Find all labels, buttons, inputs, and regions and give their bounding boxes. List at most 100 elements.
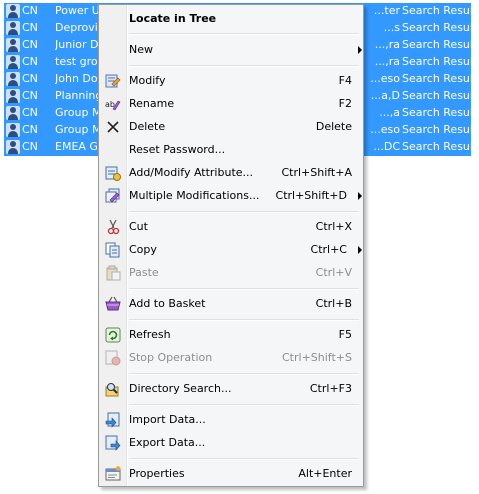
row-name: test grou [55,55,100,68]
menu-item-locate-in-tree[interactable]: Locate in Tree [101,8,361,30]
row-name: EMEA Gro [55,140,100,153]
row-dn: a,D... [370,89,400,102]
row-type: CN [22,140,38,153]
row-dn: ra,... [374,55,400,68]
menu-item-import-data[interactable]: Import Data... [101,409,361,431]
menu-item-label: Delete [129,120,166,133]
user-icon [6,123,20,137]
menu-item-export-data[interactable]: Export Data... [101,432,361,454]
row-source: Search Result [402,106,478,119]
menu-item-shortcut: Alt+Enter [298,467,352,480]
user-icon [6,21,20,35]
directory-search-icon [105,381,121,397]
menu-item-label: Modify [129,74,166,87]
menu-item-modify[interactable]: Modify F4 [101,70,361,92]
row-source: Search Result [402,89,478,102]
menu-separator [129,288,359,290]
menu-separator [129,65,359,67]
row-dn: eso... [370,123,400,136]
row-source: Search Result [402,21,478,34]
menu-item-shortcut: F2 [338,97,352,110]
row-source: Search Result [402,72,478,85]
row-name: Planning [55,89,100,102]
copy-icon [105,242,121,258]
menu-item-label: Add to Basket [129,297,206,310]
menu-item-label: Import Data... [129,413,206,426]
menu-item-reset-password[interactable]: Reset Password... [101,139,361,161]
context-menu: Locate in Tree New Modify F4 ab Rename F… [98,4,364,487]
row-type: CN [22,21,38,34]
row-type: CN [22,4,38,17]
row-type: CN [22,123,38,136]
row-name: Group Ma [55,106,100,119]
row-dn: a,... [379,106,400,119]
row-type: CN [22,72,38,85]
refresh-icon [105,327,121,343]
export-icon [105,435,121,451]
stop-icon [105,350,121,366]
delete-icon [105,119,121,135]
row-name: John Dor [55,72,100,85]
cut-icon [105,219,121,235]
row-dn: ter... [373,4,400,17]
menu-separator [129,373,359,375]
menu-item-label: Multiple Modifications... [129,189,260,202]
menu-item-label: Properties [129,467,185,480]
user-icon [6,4,20,18]
row-type: CN [22,89,38,102]
menu-item-rename[interactable]: ab Rename F2 [101,93,361,115]
menu-separator [129,211,359,213]
menu-item-new[interactable]: New [101,39,362,61]
row-source: Search Result [402,55,478,68]
menu-item-copy[interactable]: Copy Ctrl+C [101,239,362,261]
menu-separator [129,33,359,35]
rename-icon: ab [105,96,121,112]
menu-item-properties[interactable]: Properties Alt+Enter [101,463,361,485]
user-icon [6,106,20,120]
menu-item-label: Stop Operation [129,351,213,364]
menu-item-label: Locate in Tree [129,12,217,25]
row-source: Search Result [402,4,478,17]
menu-item-label: Reset Password... [129,143,226,156]
menu-item-multiple-modifications[interactable]: Multiple Modifications... Ctrl+Shift+D [101,185,362,207]
menu-item-shortcut: Delete [315,120,352,133]
row-type: CN [22,55,38,68]
menu-item-stop-operation[interactable]: Stop Operation Ctrl+Shift+S [101,347,361,369]
menu-item-label: Paste [129,266,159,279]
row-dn: eso... [370,72,400,85]
menu-item-shortcut: Ctrl+Shift+A [281,166,352,179]
modify-icon [105,73,121,89]
menu-item-shortcut: Ctrl+Shift+S [282,351,352,364]
submenu-arrow-icon [358,192,362,200]
menu-item-add-to-basket[interactable]: Add to Basket Ctrl+B [101,293,361,315]
row-name: Deprovis [55,21,100,34]
paste-icon [105,265,121,281]
menu-item-label: New [129,43,153,56]
basket-icon [105,296,121,312]
submenu-arrow-icon [358,246,362,254]
row-source: Search Result [402,38,478,51]
row-type: CN [22,38,38,51]
menu-item-add-modify-attribute[interactable]: Add/Modify Attribute... Ctrl+Shift+A [101,162,361,184]
row-type: CN [22,106,38,119]
menu-item-label: Refresh [129,328,171,341]
row-name: Group Ma [55,123,100,136]
menu-item-delete[interactable]: Delete Delete [101,116,361,138]
menu-item-cut[interactable]: Cut Ctrl+X [101,216,361,238]
svg-text:ab: ab [105,100,115,109]
menu-item-paste[interactable]: Paste Ctrl+V [101,262,361,284]
menu-item-shortcut: F5 [338,328,352,341]
menu-item-shortcut: Ctrl+V [315,266,352,279]
menu-item-shortcut: Ctrl+Shift+D [275,189,347,202]
add-attribute-icon [105,165,121,181]
user-icon [6,89,20,103]
menu-separator [129,319,359,321]
user-icon [6,55,20,69]
menu-item-directory-search[interactable]: Directory Search... Ctrl+F3 [101,378,361,400]
menu-separator [129,458,359,460]
menu-item-refresh[interactable]: Refresh F5 [101,324,361,346]
menu-item-label: Copy [129,243,157,256]
menu-item-shortcut: F4 [338,74,352,87]
menu-item-label: Rename [129,97,175,110]
menu-item-shortcut: Ctrl+B [315,297,352,310]
